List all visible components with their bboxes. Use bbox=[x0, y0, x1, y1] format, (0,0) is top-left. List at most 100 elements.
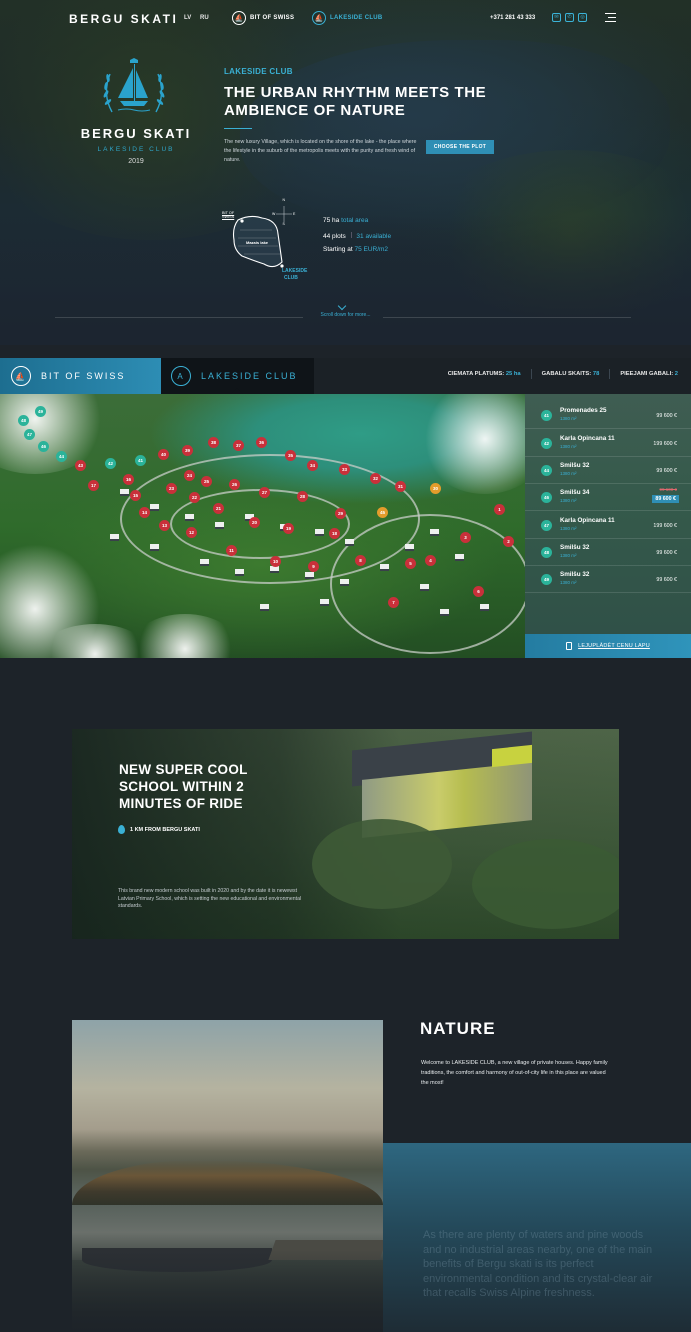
stat-village-area: CIEMATA PLATUMS: 25 ha bbox=[447, 371, 521, 377]
house bbox=[215, 522, 224, 529]
plot-list-item[interactable]: 47 Karla Opincana 11 1380 m² 199 600 € bbox=[525, 513, 691, 539]
plot-pin[interactable]: 31 bbox=[395, 481, 406, 492]
plot-list-item[interactable]: 46 Smilšu 34 1380 m² 99 600 € 89 600 € bbox=[525, 485, 691, 511]
plot-pin[interactable]: 42 bbox=[105, 458, 116, 469]
plot-pin[interactable]: 34 bbox=[307, 460, 318, 471]
school-section: NEW SUPER COOL SCHOOL WITHIN 2 MINUTES O… bbox=[72, 729, 619, 939]
plot-pin[interactable]: 20 bbox=[249, 517, 260, 528]
tab-bit-of-swiss[interactable]: ⛵ BIT OF SWISS bbox=[0, 358, 161, 394]
tree-cluster bbox=[312, 819, 452, 909]
plot-pin[interactable]: 35 bbox=[285, 450, 296, 461]
lang-lv-link[interactable]: LV bbox=[184, 15, 191, 21]
plot-pin[interactable]: 15 bbox=[130, 490, 141, 501]
instagram-icon[interactable]: ◎ bbox=[578, 13, 587, 22]
plot-pin[interactable]: 33 bbox=[339, 464, 350, 475]
plot-list-panel: 41 Promenades 25 1380 m² 99 600 € 42 Karla Op… bbox=[525, 394, 691, 658]
plot-pin[interactable]: 37 bbox=[233, 440, 244, 451]
hero-brand-title: BERGU SKATI bbox=[80, 126, 192, 141]
plot-pin[interactable]: 22 bbox=[189, 492, 200, 503]
plot-pin[interactable]: 27 bbox=[259, 487, 270, 498]
plot-list-item[interactable]: 49 Smilšu 32 1380 m² 99 600 € bbox=[525, 567, 691, 593]
plot-pin[interactable]: 48 bbox=[18, 415, 29, 426]
plot-list-item[interactable]: 42 Karla Opincana 11 1380 m² 199 600 € bbox=[525, 431, 691, 457]
compass-east: E bbox=[293, 211, 296, 216]
plot-pin[interactable]: 32 bbox=[370, 473, 381, 484]
download-price-list-button[interactable]: LEJUPLĀDĒT CENU LAPU bbox=[525, 634, 691, 658]
stat-price-prefix: Starting at bbox=[323, 246, 353, 253]
menu-burger-icon[interactable] bbox=[605, 13, 616, 22]
plot-pin[interactable]: 46 bbox=[38, 441, 49, 452]
plot-price: 99 600 € bbox=[656, 413, 677, 419]
house bbox=[185, 514, 194, 521]
house bbox=[455, 554, 464, 561]
plot-pin[interactable]: 23 bbox=[166, 483, 177, 494]
plot-price: 99 600 € bbox=[656, 577, 677, 583]
plot-pin[interactable]: 10 bbox=[270, 556, 281, 567]
plot-pin[interactable]: 24 bbox=[184, 470, 195, 481]
plot-pin[interactable]: 2 bbox=[503, 536, 514, 547]
hero-year: 2019 bbox=[128, 158, 144, 165]
plot-pin[interactable]: 8 bbox=[355, 555, 366, 566]
nav-bit-of-swiss[interactable]: ⛵ BIT OF SWISS bbox=[232, 11, 294, 25]
plot-price: 199 600 € bbox=[653, 523, 677, 529]
plot-pin[interactable]: 17 bbox=[88, 480, 99, 491]
plot-pin[interactable]: 1 bbox=[494, 504, 505, 515]
plot-number-badge: 44 bbox=[541, 465, 552, 476]
plot-pin[interactable]: 21 bbox=[213, 503, 224, 514]
plot-pin[interactable]: 40 bbox=[158, 449, 169, 460]
plot-pin[interactable]: 45 bbox=[377, 507, 388, 518]
tab-lakeside-club[interactable]: A LAKESIDE CLUB bbox=[161, 358, 314, 394]
scroll-down-hint[interactable]: Scroll down for more... bbox=[0, 312, 691, 318]
stat-plots-value: 44 plots bbox=[323, 233, 346, 240]
plot-pin[interactable]: 19 bbox=[283, 523, 294, 534]
compass-north: N bbox=[282, 198, 286, 202]
plot-street: Promenades 25 bbox=[560, 407, 607, 414]
plot-pin[interactable]: 39 bbox=[182, 445, 193, 456]
plot-list-item[interactable]: 44 Smilšu 32 1380 m² 99 600 € bbox=[525, 458, 691, 484]
brand-logo-text[interactable]: BERGU SKATI bbox=[69, 12, 178, 26]
phone-link[interactable]: +371 281 43 333 bbox=[490, 15, 535, 21]
plot-pin[interactable]: 5 bbox=[405, 558, 416, 569]
plot-pin[interactable]: 49 bbox=[35, 406, 46, 417]
plot-pin[interactable]: 6 bbox=[473, 586, 484, 597]
plot-pin[interactable]: 12 bbox=[186, 527, 197, 538]
plot-list-item[interactable]: 48 Smilšu 32 1380 m² 99 600 € bbox=[525, 540, 691, 566]
mail-icon[interactable]: ✉ bbox=[552, 13, 561, 22]
nav-bit-of-swiss-label: BIT OF SWISS bbox=[250, 15, 295, 21]
plot-pin[interactable]: 47 bbox=[24, 429, 35, 440]
plot-pin[interactable]: 16 bbox=[123, 474, 134, 485]
plot-pin[interactable]: 13 bbox=[159, 520, 170, 531]
plot-area: 1380 m² bbox=[560, 580, 577, 585]
plot-pin[interactable]: 36 bbox=[256, 437, 267, 448]
nav-lakeside-club[interactable]: ⛵ LAKESIDE CLUB bbox=[312, 11, 383, 25]
lang-ru-link[interactable]: RU bbox=[200, 15, 209, 21]
photo-fade bbox=[72, 1250, 383, 1332]
plot-price: 89 600 € bbox=[652, 495, 679, 503]
house bbox=[110, 534, 119, 541]
plot-pin[interactable]: 28 bbox=[297, 491, 308, 502]
plot-pin[interactable]: 4 bbox=[425, 555, 436, 566]
phone-icon[interactable]: ✆ bbox=[565, 13, 574, 22]
swiss-emblem-icon: ⛵ bbox=[232, 11, 246, 25]
plot-pin[interactable]: 41 bbox=[135, 455, 146, 466]
plot-street: Smilšu 32 bbox=[560, 571, 590, 578]
hero-section: BERGU SKATI LV RU ⛵ BIT OF SWISS ⛵ LAKES… bbox=[0, 0, 691, 345]
tree-cluster bbox=[472, 839, 619, 929]
plot-pin[interactable]: 7 bbox=[388, 597, 399, 608]
plot-pin[interactable]: 30 bbox=[430, 483, 441, 494]
plot-pin[interactable]: 29 bbox=[335, 508, 346, 519]
plot-list-item[interactable]: 41 Promenades 25 1380 m² 99 600 € bbox=[525, 403, 691, 429]
compass-south: S bbox=[282, 222, 285, 226]
plot-pin[interactable]: 25 bbox=[201, 476, 212, 487]
plot-pin[interactable]: 43 bbox=[75, 460, 86, 471]
plot-pin[interactable]: 44 bbox=[56, 451, 67, 462]
plot-pin[interactable]: 26 bbox=[229, 479, 240, 490]
plot-pin[interactable]: 11 bbox=[226, 545, 237, 556]
interactive-plot-map[interactable]: 49 48 47 46 44 43 42 41 40 39 38 37 36 35 34 33 32 31 30 29… bbox=[0, 394, 525, 658]
choose-plot-button[interactable]: CHOOSE THE PLOT bbox=[426, 140, 494, 154]
plot-pin[interactable]: 3 bbox=[460, 532, 471, 543]
plot-pin[interactable]: 38 bbox=[208, 437, 219, 448]
plot-pin[interactable]: 14 bbox=[139, 507, 150, 518]
plot-pin[interactable]: 18 bbox=[329, 528, 340, 539]
plot-pin[interactable]: 9 bbox=[308, 561, 319, 572]
